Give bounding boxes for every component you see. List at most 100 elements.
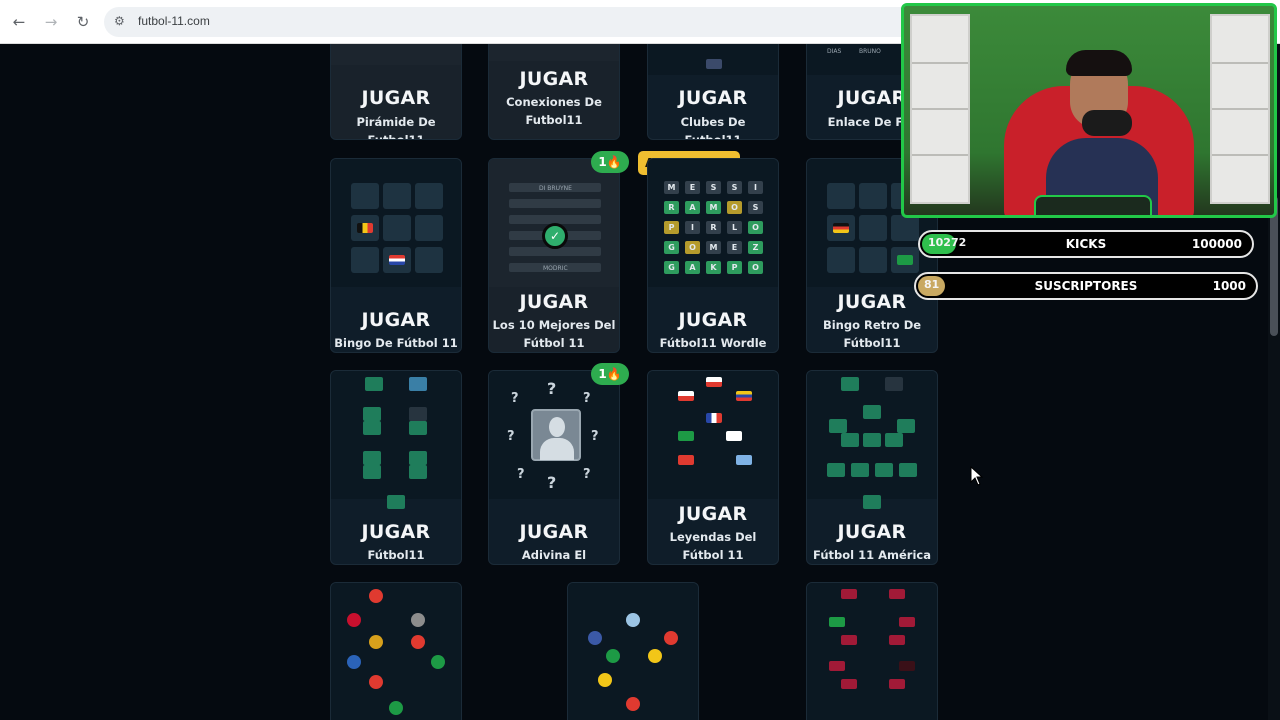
wordle-tile: S: [727, 181, 742, 194]
play-label: JUGAR: [519, 291, 589, 313]
wordle-tile: E: [727, 241, 742, 254]
wordle-tile: O: [748, 261, 763, 274]
play-label: JUGAR: [519, 68, 589, 90]
wordle-tile: S: [706, 181, 721, 194]
game-title: Bingo Retro De Fútbol11: [822, 318, 922, 350]
kicks-goal: 100000: [1191, 237, 1242, 251]
wordle-letter: O: [689, 243, 696, 252]
wordle-letter: M: [709, 243, 718, 252]
mouse-cursor-icon: [970, 466, 984, 486]
site-settings-icon[interactable]: ⚙: [114, 14, 130, 30]
game-card-adivina[interactable]: ? ? ? ? ? ? ? ? JUGAR Adivina El Futboli…: [488, 370, 620, 565]
check-icon: ✓: [542, 223, 568, 249]
wordle-letter: P: [668, 223, 675, 232]
wordle-tile: R: [706, 221, 721, 234]
game-card-top10[interactable]: DI BRUYNE MODRIC ✓ JUGAR Los 10 Mejores …: [488, 158, 620, 353]
wordle-tile: A: [685, 261, 700, 274]
game-card-wordle[interactable]: M E S S I R A M O S P I R L O G O M E Z G A K P O JUGAR Fútbol11…: [647, 158, 779, 353]
wordle-letter: E: [689, 183, 696, 192]
wordle-letter: Z: [752, 243, 759, 252]
wordle-tile: G: [664, 241, 679, 254]
play-label: JUGAR: [519, 521, 589, 543]
fire-badge: 1🔥: [591, 363, 629, 385]
wordle-letter: S: [710, 183, 717, 192]
game-card-row4-1[interactable]: JUGAR: [330, 582, 462, 720]
game-title: Clubes De Futbol11: [680, 115, 746, 140]
wordle-tile: P: [664, 221, 679, 234]
play-label: JUGAR: [678, 309, 748, 331]
wordle-letter: O: [731, 203, 738, 212]
wordle-letter: K: [710, 263, 717, 272]
wordle-letter: E: [731, 243, 738, 252]
wordle-letter: O: [752, 223, 759, 232]
game-title: Fútbol11 Wordle: [659, 336, 767, 350]
wordle-letter: M: [667, 183, 676, 192]
thumb-label: DIAS: [827, 48, 842, 55]
subs-goal-bar: 81 SUSCRIPTORES 1000: [914, 272, 1258, 300]
thumb-label: MODRIC: [543, 265, 568, 272]
forward-arrow-icon[interactable]: →: [41, 12, 61, 32]
game-card-row4-2[interactable]: [567, 582, 699, 720]
game-card-clubes[interactable]: JUGAR Clubes De Futbol11: [647, 44, 779, 140]
wordle-letter: L: [731, 223, 738, 232]
play-label: JUGAR: [678, 87, 748, 109]
play-label: JUGAR: [361, 309, 431, 331]
wordle-tile: G: [664, 261, 679, 274]
wordle-letter: P: [731, 263, 738, 272]
play-label: JUGAR: [361, 87, 431, 109]
game-title: Adivina El Futbolista: [521, 548, 587, 562]
wordle-letter: O: [752, 263, 759, 272]
wordle-tile: P: [727, 261, 742, 274]
play-label: JUGAR: [678, 503, 748, 525]
wordle-letter: A: [689, 263, 696, 272]
game-title: Pirámide De Futbol11: [356, 115, 436, 140]
wordle-grid: M E S S I R A M O S P I R L O G O M E Z G A K P O: [648, 159, 778, 287]
url-text[interactable]: futbol-11.com: [138, 14, 210, 28]
wordle-tile: I: [748, 181, 763, 194]
address-bar[interactable]: ⚙ futbol-11.com: [104, 7, 944, 37]
game-card-row4-3[interactable]: JUGAR: [806, 582, 938, 720]
back-arrow-icon[interactable]: ←: [9, 12, 29, 32]
wordle-tile: O: [685, 241, 700, 254]
kicks-goal-bar: 10272 KICKS 100000: [918, 230, 1254, 258]
wordle-letter: M: [709, 203, 718, 212]
wordle-tile: R: [664, 201, 679, 214]
wordle-tile: O: [748, 221, 763, 234]
wordle-letter: I: [691, 223, 694, 232]
wordle-tile: M: [706, 201, 721, 214]
wordle-tile: E: [685, 181, 700, 194]
subs-goal: 1000: [1212, 279, 1246, 293]
fire-badge: 1🔥: [591, 151, 629, 173]
streamer-webcam: [901, 3, 1277, 218]
thumb-label: DI BRUYNE: [539, 185, 572, 192]
wordle-tile: K: [706, 261, 721, 274]
wordle-tile: A: [685, 201, 700, 214]
game-card-futbol11[interactable]: JUGAR Fútbol11: [330, 370, 462, 565]
play-label: JUGAR: [361, 521, 431, 543]
wordle-tile: M: [664, 181, 679, 194]
wordle-letter: G: [668, 263, 675, 272]
game-title: Fútbol 11 América: [813, 548, 931, 562]
wordle-letter: R: [668, 203, 675, 212]
wordle-letter: G: [668, 243, 675, 252]
wordle-letter: R: [710, 223, 717, 232]
game-title: Fútbol11: [367, 548, 425, 562]
wordle-letter: A: [689, 203, 696, 212]
wordle-tile: I: [685, 221, 700, 234]
player-silhouette-icon: [531, 409, 581, 461]
game-card-america[interactable]: JUGAR Fútbol 11 América: [806, 370, 938, 565]
wordle-tile: L: [727, 221, 742, 234]
game-card-bingo[interactable]: JUGAR Bingo De Fútbol 11: [330, 158, 462, 353]
wordle-tile: O: [727, 201, 742, 214]
reload-icon[interactable]: ↻: [73, 12, 93, 32]
game-title: Leyendas Del Fútbol 11: [669, 530, 757, 562]
game-title: Conexiones De Futbol11: [506, 95, 602, 127]
play-label: JUGAR: [837, 521, 907, 543]
subs-label: SUSCRIPTORES: [1034, 279, 1138, 293]
thumb-label: BRUNO: [859, 48, 881, 55]
wordle-letter: S: [731, 183, 738, 192]
game-card-conexiones[interactable]: JUGAR Conexiones De Futbol11: [488, 44, 620, 140]
game-card-leyendas[interactable]: JUGAR Leyendas Del Fútbol 11: [647, 370, 779, 565]
game-title: Bingo De Fútbol 11: [334, 336, 458, 350]
game-card-piramide[interactable]: JUGAR Pirámide De Futbol11: [330, 44, 462, 140]
